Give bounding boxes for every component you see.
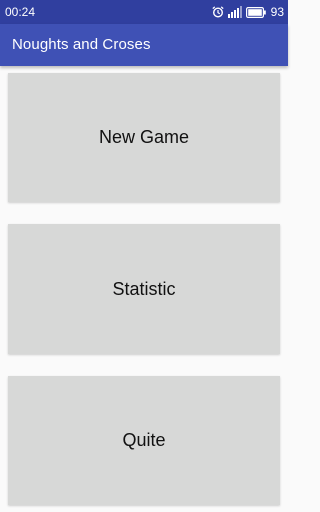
statistic-button[interactable]: Statistic xyxy=(8,224,280,354)
signal-icon xyxy=(227,6,242,18)
statistic-label: Statistic xyxy=(112,278,176,299)
quit-button[interactable]: Quite xyxy=(8,376,280,505)
status-time: 00:24 xyxy=(5,5,36,19)
alarm-icon xyxy=(212,6,224,18)
battery-level: 93 xyxy=(270,5,284,19)
status-icons: 93 xyxy=(212,4,284,20)
status-bar: 00:24 93 xyxy=(0,0,288,24)
app-bar: Noughts and Croses xyxy=(0,24,288,66)
new-game-label: New Game xyxy=(98,127,190,147)
battery-icon xyxy=(245,6,266,18)
quit-label: Quite xyxy=(122,430,166,450)
app-title: Noughts and Croses xyxy=(12,36,151,53)
new-game-button[interactable]: New Game xyxy=(8,73,280,202)
